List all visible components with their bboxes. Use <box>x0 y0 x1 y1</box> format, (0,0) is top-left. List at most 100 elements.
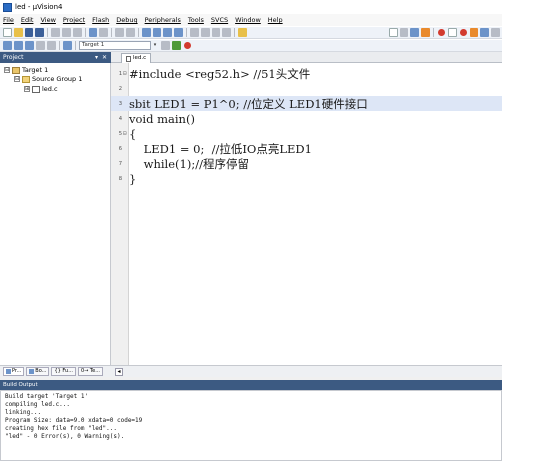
comment-icon[interactable] <box>211 28 221 37</box>
tab-label: Pr... <box>12 368 22 374</box>
menu-help[interactable]: Help <box>268 16 283 24</box>
cut-icon[interactable] <box>51 28 61 37</box>
editor-horizontal-scrollbar[interactable]: ◂ <box>111 365 502 377</box>
tab-functions[interactable]: {} Fu... <box>51 367 76 376</box>
line-number: 1 <box>118 70 122 77</box>
paste-icon[interactable] <box>72 28 82 37</box>
code-line[interactable]: 1 ⊟ #include <reg52.h> //51头文件 <box>111 66 502 81</box>
chevron-down-icon[interactable]: ▾ <box>152 41 158 50</box>
copy-icon[interactable] <box>62 28 71 37</box>
find-combo-icon[interactable] <box>388 28 398 37</box>
menu-debug[interactable]: Debug <box>116 16 137 24</box>
bookmark-prev-icon[interactable] <box>152 28 162 37</box>
expand-icon[interactable]: ⊞ <box>24 86 30 92</box>
menu-peripherals[interactable]: Peripherals <box>145 16 181 24</box>
open-folder-icon[interactable] <box>13 28 23 37</box>
download-icon[interactable] <box>63 41 72 50</box>
target-options-icon[interactable] <box>161 41 170 50</box>
nav-back-icon[interactable] <box>115 28 124 37</box>
rebuild-icon[interactable] <box>25 41 34 50</box>
line-number: 5 <box>118 130 122 137</box>
code-text: while(1);//程序停留 <box>129 156 249 171</box>
panel-controls[interactable]: ▾ ✕ <box>95 54 108 61</box>
target-icon <box>12 66 20 74</box>
pack-installer-icon[interactable] <box>184 42 191 49</box>
save-all-icon[interactable] <box>35 28 45 37</box>
stop-build-icon[interactable] <box>47 41 56 50</box>
save-icon[interactable] <box>24 28 34 37</box>
redo-icon[interactable] <box>99 28 109 37</box>
debug-start-icon[interactable] <box>437 29 445 36</box>
nav-forward-icon[interactable] <box>125 28 135 37</box>
toolbar-separator <box>234 28 236 37</box>
uvision-app-icon <box>3 2 12 12</box>
new-file-icon[interactable] <box>3 28 12 37</box>
tab-led-c[interactable]: led.c <box>121 53 152 63</box>
fold-icon[interactable]: ⊟ <box>123 130 127 137</box>
breakpoint-disable-icon[interactable] <box>469 28 479 37</box>
undo-icon[interactable] <box>88 28 98 37</box>
code-text: void main() <box>129 111 195 126</box>
line-number: 2 <box>118 85 122 92</box>
code-line-highlighted[interactable]: 3 sbit LED1 = P1^0; //位定义 LED1硬件接口 <box>111 96 502 111</box>
uncomment-icon[interactable] <box>222 28 232 37</box>
collapse-icon[interactable]: ⊟ <box>14 76 20 82</box>
file-icon <box>32 85 40 93</box>
code-line[interactable]: 6 LED1 = 0; //拉低IO点亮LED1 <box>111 141 502 156</box>
bookmark-clear-icon[interactable] <box>174 28 183 37</box>
menu-svcs[interactable]: SVCS <box>211 16 228 24</box>
tree-item-label: Source Group 1 <box>32 75 83 83</box>
bookmark-next-icon[interactable] <box>163 28 173 37</box>
project-panel-header: Project ▾ ✕ <box>0 52 111 63</box>
code-line[interactable]: 7 while(1);//程序停留 <box>111 156 502 171</box>
tab-project[interactable]: Pr... <box>3 367 25 376</box>
menu-flash[interactable]: Flash <box>92 16 109 24</box>
toolbar-separator <box>185 28 187 37</box>
manage-components-icon[interactable] <box>172 41 181 50</box>
tree-item-led-c[interactable]: ⊞ led.c <box>24 84 58 94</box>
code-line[interactable]: 2 <box>111 81 502 96</box>
code-line[interactable]: 8 } <box>111 171 502 186</box>
books-tab-icon <box>29 369 35 374</box>
window-layout-icon[interactable] <box>480 28 490 37</box>
translate-icon[interactable] <box>3 41 12 50</box>
code-editor[interactable]: 1 ⊟ #include <reg52.h> //51头文件 2 3 sbit … <box>111 63 502 365</box>
tab-books[interactable]: Bo... <box>26 367 50 376</box>
tree-item-label: Target 1 <box>22 66 49 74</box>
menu-tools[interactable]: Tools <box>188 16 204 24</box>
code-line[interactable]: 4 void main() <box>111 111 502 126</box>
target-select[interactable]: Target 1 <box>79 41 151 50</box>
menu-view[interactable]: View <box>40 16 55 24</box>
bookmark-icon[interactable] <box>141 28 151 37</box>
magnifier-icon[interactable] <box>421 28 430 37</box>
config-wrench-icon[interactable] <box>491 28 500 37</box>
incremental-find-icon[interactable] <box>410 28 420 37</box>
batch-build-icon[interactable] <box>36 41 45 50</box>
code-text: #include <reg52.h> //51头文件 <box>129 66 311 81</box>
tree-item-source-group[interactable]: ⊟ Source Group 1 <box>14 74 82 84</box>
build-icon[interactable] <box>14 41 23 50</box>
find-icon[interactable] <box>399 28 409 37</box>
code-line[interactable]: 5 ⊟ { <box>111 126 502 141</box>
project-panel-tabs: Pr... Bo... {} Fu... 0→ Te... <box>0 365 111 377</box>
code-text: sbit LED1 = P1^0; //位定义 LED1硬件接口 <box>129 96 368 111</box>
indent-icon[interactable] <box>189 28 199 37</box>
menu-window[interactable]: Window <box>235 16 261 24</box>
menu-edit[interactable]: Edit <box>21 16 34 24</box>
editor-tab-bar: led.c <box>111 52 502 63</box>
window-title: led - µVision4 <box>15 3 63 11</box>
breakpoint-icon[interactable] <box>447 28 457 37</box>
find-in-files-icon[interactable] <box>238 28 247 37</box>
scroll-left-icon[interactable]: ◂ <box>115 368 123 376</box>
collapse-icon[interactable]: ⊟ <box>4 67 10 73</box>
line-number: 8 <box>118 175 122 182</box>
project-panel-title: Project <box>3 54 24 61</box>
menu-project[interactable]: Project <box>63 16 85 24</box>
tab-templates[interactable]: 0→ Te... <box>77 367 103 376</box>
line-number: 6 <box>118 145 122 152</box>
fold-icon[interactable]: ⊟ <box>123 70 127 77</box>
menu-file[interactable]: File <box>3 16 14 24</box>
breakpoint-kill-icon[interactable] <box>459 29 467 36</box>
toolbar-separator <box>137 28 139 37</box>
unindent-icon[interactable] <box>200 28 210 37</box>
